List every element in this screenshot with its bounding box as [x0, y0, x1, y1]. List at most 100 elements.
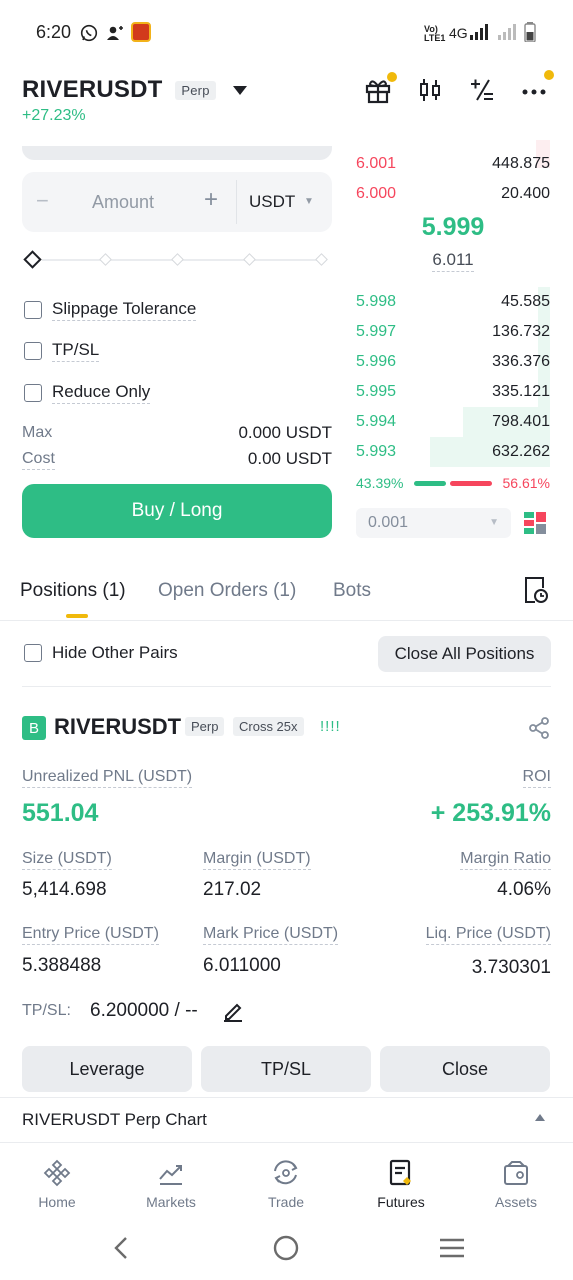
- reduce-only-checkbox[interactable]: Reduce Only: [24, 381, 151, 405]
- tab-positions[interactable]: Positions (1): [20, 580, 126, 602]
- slider-step-75[interactable]: [243, 253, 256, 266]
- slider-handle[interactable]: [23, 250, 42, 269]
- markets-icon: [114, 1156, 228, 1190]
- chevron-up-icon[interactable]: [535, 1114, 545, 1121]
- home-icon: [0, 1156, 114, 1190]
- amount-input-group: − Amount + USDT ▼: [22, 172, 332, 232]
- ratio-sell-fill: [450, 481, 492, 486]
- checkbox-box[interactable]: [24, 384, 42, 402]
- symbol-dropdown-icon[interactable]: [232, 86, 247, 96]
- margin-ratio-value: 4.06%: [497, 879, 551, 900]
- leverage-button[interactable]: Leverage: [22, 1046, 192, 1092]
- futures-icon: [344, 1156, 458, 1190]
- checkbox-box[interactable]: [24, 342, 42, 360]
- bid-row[interactable]: 5.998 45.585: [356, 287, 550, 317]
- candlestick-icon[interactable]: [414, 74, 446, 106]
- tpsl-button[interactable]: TP/SL: [201, 1046, 371, 1092]
- margin-value: 217.02: [203, 879, 262, 900]
- signal-icon: [470, 24, 490, 45]
- chart-panel-title: RIVERUSDT Perp Chart: [22, 1110, 207, 1129]
- hide-other-pairs-checkbox[interactable]: Hide Other Pairs: [24, 641, 178, 665]
- max-label: Max: [22, 424, 53, 441]
- precision-select[interactable]: 0.001 ▼: [356, 508, 511, 538]
- margin-label: Margin (USDT): [203, 850, 311, 870]
- gift-notification-dot: [387, 72, 397, 82]
- mark-price[interactable]: 6.011: [356, 250, 550, 272]
- checkbox-box[interactable]: [24, 644, 42, 662]
- ratio-bar: [414, 481, 492, 486]
- cost-label: Cost: [22, 450, 55, 470]
- amount-slider[interactable]: [22, 250, 332, 270]
- nav-assets[interactable]: Assets: [459, 1156, 573, 1218]
- slider-step-25[interactable]: [99, 253, 112, 266]
- status-time: 6:20: [36, 22, 72, 42]
- ask-row[interactable]: 6.001 448.875: [356, 149, 550, 179]
- bid-row[interactable]: 5.993 632.262: [356, 437, 550, 467]
- tpsl-checkbox[interactable]: TP/SL: [24, 339, 100, 363]
- liq-price-label: Liq. Price (USDT): [425, 925, 551, 945]
- book-layout-icon[interactable]: [523, 511, 547, 540]
- bid-row[interactable]: 5.995 335.121: [356, 377, 550, 407]
- edit-tpsl-icon[interactable]: [222, 1000, 244, 1027]
- close-position-button[interactable]: Close: [380, 1046, 550, 1092]
- header-symbol[interactable]: RIVERUSDT Perp: [22, 76, 247, 104]
- amount-unit-select[interactable]: USDT: [249, 192, 295, 212]
- system-back-button[interactable]: [100, 1230, 144, 1266]
- nav-futures[interactable]: Futures: [344, 1156, 458, 1218]
- tab-open-orders[interactable]: Open Orders (1): [158, 580, 296, 602]
- adl-indicator: !!!!: [320, 718, 341, 735]
- bid-row[interactable]: 5.996 336.376: [356, 347, 550, 377]
- amount-divider: [236, 180, 237, 224]
- close-all-positions-button[interactable]: Close All Positions: [378, 636, 551, 672]
- mark-price-label: Mark Price (USDT): [203, 925, 339, 945]
- entry-price-value: 5.388488: [22, 955, 102, 976]
- nav-trade[interactable]: Trade: [229, 1156, 343, 1218]
- gift-icon[interactable]: [362, 72, 397, 106]
- calculator-icon[interactable]: [466, 74, 498, 106]
- checkbox-box[interactable]: [24, 301, 42, 319]
- price-change: +27.23%: [22, 107, 86, 124]
- signal-2-icon: [498, 24, 518, 45]
- more-icon[interactable]: [518, 70, 554, 106]
- chart-panel-toggle[interactable]: RIVERUSDT Perp Chart: [0, 1097, 573, 1143]
- nav-markets[interactable]: Markets: [114, 1156, 228, 1218]
- network-type: 4G: [449, 25, 468, 41]
- share-icon[interactable]: [528, 717, 550, 744]
- order-type-selector[interactable]: [22, 146, 332, 160]
- buy-long-button[interactable]: Buy / Long: [22, 484, 332, 538]
- tab-active-indicator: [66, 614, 88, 618]
- sell-ratio: 56.61%: [502, 475, 550, 491]
- bid-row[interactable]: 5.994 798.401: [356, 407, 550, 437]
- system-home-button[interactable]: [264, 1230, 308, 1266]
- slippage-tolerance-checkbox[interactable]: Slippage Tolerance: [24, 298, 197, 322]
- bid-row[interactable]: 5.997 136.732: [356, 317, 550, 347]
- last-price[interactable]: 5.999: [356, 213, 550, 242]
- ask-row[interactable]: 6.000 20.400: [356, 179, 550, 209]
- mark-price-value: 6.011000: [203, 955, 281, 976]
- slider-step-100[interactable]: [315, 253, 328, 266]
- order-history-icon[interactable]: [523, 576, 549, 609]
- system-recents-button[interactable]: [430, 1230, 474, 1266]
- roi-label: ROI: [522, 768, 551, 788]
- margin-ratio-label: Margin Ratio: [460, 850, 551, 870]
- ratio-buy-fill: [414, 481, 447, 486]
- slider-step-50[interactable]: [171, 253, 184, 266]
- more-notification-dot: [544, 70, 554, 80]
- unrealized-pnl-label: Unrealized PNL (USDT): [22, 768, 193, 788]
- tab-bots[interactable]: Bots: [333, 580, 371, 602]
- amount-increase-button[interactable]: +: [204, 186, 218, 214]
- amount-input[interactable]: Amount: [92, 192, 154, 213]
- game-app-icon: [131, 22, 151, 42]
- volte-icon: Vo) LTE1: [424, 24, 446, 43]
- roi-value: + 253.91%: [430, 799, 551, 827]
- unit-dropdown-icon[interactable]: ▼: [304, 196, 314, 207]
- unrealized-pnl-value: 551.04: [22, 799, 99, 827]
- whatsapp-icon: [80, 24, 98, 47]
- buy-sell-ratio: 43.39% 56.61%: [356, 474, 550, 494]
- trade-icon: [229, 1156, 343, 1190]
- position-contract-tag: Perp: [185, 717, 225, 736]
- position-symbol[interactable]: RIVERUSDT: [54, 714, 181, 740]
- position-margin-mode-tag[interactable]: Cross 25x: [233, 717, 304, 736]
- nav-home[interactable]: Home: [0, 1156, 114, 1218]
- amount-decrease-button[interactable]: −: [36, 188, 49, 214]
